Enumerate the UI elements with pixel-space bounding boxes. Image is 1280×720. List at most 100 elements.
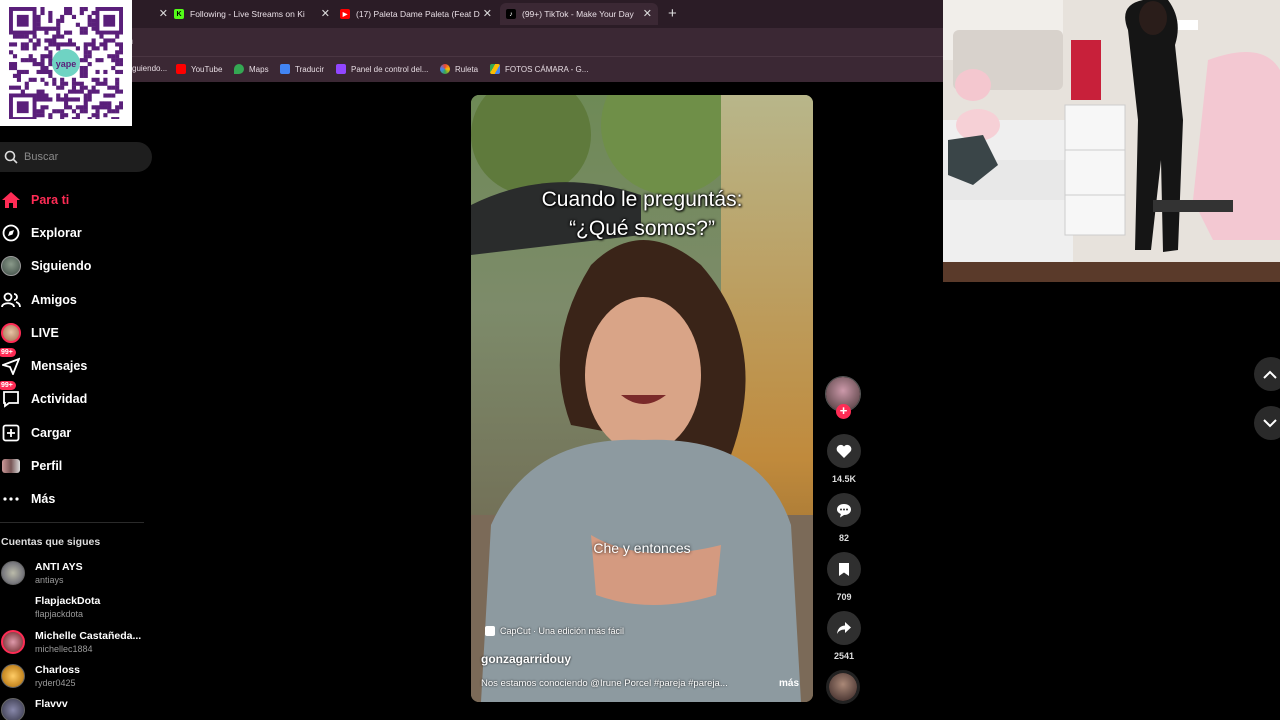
bookmark-label: Traducir — [295, 64, 325, 74]
close-icon[interactable]: ✕ — [643, 7, 652, 20]
nav-para-ti[interactable]: Para ti — [0, 183, 160, 216]
bookmark-twitch[interactable]: Panel de control del... — [336, 64, 428, 74]
search-icon — [4, 150, 18, 164]
follow-plus-button[interactable]: + — [836, 404, 851, 419]
save-button[interactable]: 709 — [824, 552, 864, 602]
like-button[interactable]: 14.5K — [824, 434, 864, 484]
tab-tiktok[interactable]: ♪ (99+) TikTok - Make Your Day ✕ — [500, 3, 658, 25]
nav-label: Amigos — [31, 292, 77, 307]
video-subtitle: Che y entonces — [593, 540, 691, 556]
previous-video-button[interactable] — [1254, 357, 1280, 391]
bookmark-drive[interactable]: FOTOS CÁMARA - G... — [490, 64, 588, 74]
account-handle: flapjackdota — [35, 609, 84, 619]
home-icon — [0, 189, 22, 211]
more-icon — [0, 488, 22, 510]
wheel-icon — [440, 64, 450, 74]
youtube-icon — [176, 64, 186, 74]
tab-title: Following - Live Streams on Ki — [190, 9, 305, 19]
nav-cargar[interactable]: Cargar — [0, 416, 160, 449]
chevron-down-icon — [1263, 418, 1277, 427]
browser-tab-bar: ✕ K Following - Live Streams on Ki ✕ ▶ (… — [0, 0, 943, 28]
close-icon[interactable]: ✕ — [483, 7, 492, 20]
nav-siguiendo[interactable]: Siguiendo — [0, 250, 160, 283]
nav-label: Explorar — [31, 225, 82, 240]
heart-icon — [827, 434, 861, 468]
share-button[interactable]: 2541 — [824, 611, 864, 661]
new-tab-button[interactable]: + — [668, 5, 677, 22]
tab-title: (17) Paleta Dame Paleta (Feat D — [356, 9, 480, 19]
avatar — [1, 561, 25, 585]
capcut-link[interactable]: CapCut · Una edición más fácil — [485, 626, 624, 636]
account-handle: michellec1884 — [35, 644, 93, 654]
webcam-image — [943, 0, 1280, 282]
activity-icon: 99+ — [0, 381, 22, 410]
tab-kick[interactable]: K Following - Live Streams on Ki ✕ — [174, 3, 330, 25]
tab-close-prev[interactable]: ✕ — [150, 3, 168, 25]
nav-label: Perfil — [31, 459, 63, 474]
following-account[interactable]: Michelle Castañeda... michellec1884 — [0, 627, 150, 661]
comment-count: 82 — [838, 533, 849, 543]
nav-perfil[interactable]: Perfil — [0, 449, 160, 482]
maps-icon — [234, 64, 244, 74]
friends-icon — [0, 289, 22, 311]
nav-label: Siguiendo — [31, 259, 92, 274]
bookmark-translate[interactable]: Traducir — [280, 64, 324, 74]
nav-explorar[interactable]: Explorar — [0, 216, 160, 249]
like-count: 14.5K — [831, 474, 857, 484]
account-name: Flavvv — [35, 698, 68, 710]
nav-mas[interactable]: Más — [0, 483, 160, 516]
youtube-icon: ▶ — [340, 9, 350, 19]
address-bar[interactable]: n — [0, 28, 943, 56]
following-section-title: Cuentas que sigues — [1, 536, 101, 548]
nav-label: Cargar — [31, 425, 72, 440]
account-name: Charloss — [35, 664, 80, 676]
video-player[interactable]: Cuando le preguntás: “¿Qué somos?” Che y… — [471, 95, 813, 702]
comment-icon — [827, 493, 861, 527]
drive-icon — [490, 64, 500, 74]
video-description: Nos estamos conociendo @Irune Porcel #pa… — [481, 678, 728, 689]
tab-title: (99+) TikTok - Make Your Day — [522, 9, 634, 19]
share-count: 2541 — [833, 651, 855, 661]
nav-mensajes[interactable]: 99+ Mensajes — [0, 348, 160, 382]
avatar — [1, 664, 25, 688]
nav-label: Más — [31, 492, 56, 507]
bookmark-ruleta[interactable]: Ruleta — [440, 64, 478, 74]
bookmark-maps[interactable]: Maps — [234, 64, 269, 74]
bookmark-label: Ruleta — [455, 64, 479, 74]
following-account[interactable]: ANTI AYS antiays — [0, 558, 150, 592]
more-button[interactable]: más — [779, 678, 799, 689]
nav-amigos[interactable]: Amigos — [0, 283, 160, 316]
tab-youtube[interactable]: ▶ (17) Paleta Dame Paleta (Feat D ✕ — [340, 3, 492, 25]
close-icon[interactable]: ✕ — [159, 7, 168, 20]
video-author[interactable]: gonzagarridouy — [481, 652, 571, 666]
bookmark-label: YouTube — [191, 64, 223, 74]
avatar — [1, 630, 25, 654]
nav-live[interactable]: LIVE — [0, 316, 160, 349]
nav-actividad[interactable]: 99+ Actividad — [0, 381, 160, 416]
account-name: ANTI AYS — [35, 561, 83, 573]
next-video-button[interactable] — [1254, 406, 1280, 440]
following-account[interactable]: FlapjackDota flapjackdota — [0, 592, 150, 626]
translate-icon — [280, 64, 290, 74]
bookmark-youtube[interactable]: YouTube — [176, 64, 222, 74]
comment-button[interactable]: 82 — [824, 493, 864, 543]
following-account[interactable]: Flavvv — [0, 695, 150, 720]
share-icon — [827, 611, 861, 645]
avatar — [1, 698, 25, 720]
music-disc-icon[interactable] — [826, 670, 860, 704]
following-account[interactable]: Charloss ryder0425 — [0, 661, 150, 695]
upload-icon — [0, 422, 22, 444]
bookmark-label: FOTOS CÁMARA - G... — [505, 64, 589, 74]
bookmark-label: Maps — [249, 64, 269, 74]
bookmark-item[interactable]: guiendo... — [132, 64, 167, 73]
nav-label: Actividad — [31, 392, 88, 407]
nav-label: Mensajes — [31, 359, 88, 374]
tiktok-icon: ♪ — [506, 9, 516, 19]
video-frame — [471, 95, 813, 702]
sidebar-divider — [0, 522, 144, 523]
close-icon[interactable]: ✕ — [321, 7, 330, 20]
notification-badge: 99+ — [0, 381, 16, 391]
search-input[interactable]: Buscar — [0, 142, 152, 172]
chevron-up-icon — [1263, 370, 1277, 379]
yape-logo-text: yape — [56, 59, 77, 69]
